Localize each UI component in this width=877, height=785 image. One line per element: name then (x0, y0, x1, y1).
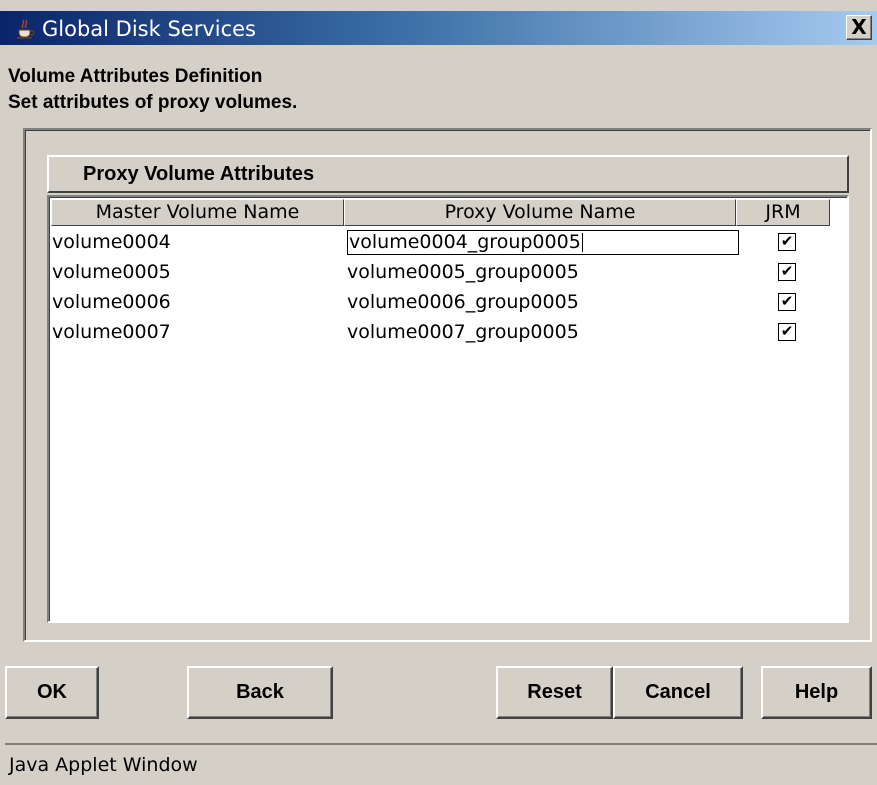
cancel-button[interactable]: Cancel (613, 666, 743, 719)
jrm-checkbox[interactable]: ✔ (778, 233, 796, 251)
checkmark-icon: ✔ (780, 322, 794, 340)
reset-button[interactable]: Reset (496, 666, 613, 719)
master-volume-cell: volume0004 (52, 231, 171, 253)
proxy-volume-cell[interactable]: volume0007_group0005 (347, 319, 579, 345)
proxy-volume-cell[interactable]: volume0005_group0005 (347, 259, 579, 285)
text-cursor (581, 233, 583, 252)
dialog-window: Global Disk Services X Volume Attributes… (0, 0, 877, 785)
checkmark-icon: ✔ (780, 232, 794, 250)
checkmark-icon: ✔ (780, 262, 794, 280)
back-button[interactable]: Back (187, 666, 333, 719)
table-row[interactable]: volume0007 volume0007_group0005 ✔ (51, 319, 830, 345)
close-button[interactable]: X (846, 15, 872, 40)
proxy-volume-edit-field[interactable]: volume0004_group0005 (347, 230, 739, 255)
proxy-attributes-title: Proxy Volume Attributes (83, 163, 315, 185)
column-header-proxy[interactable]: Proxy Volume Name (344, 199, 736, 226)
ok-button[interactable]: OK (5, 666, 99, 719)
table-row[interactable]: volume0006 volume0006_group0005 ✔ (51, 289, 830, 315)
status-text: Java Applet Window (9, 754, 198, 776)
status-bar: Java Applet Window (5, 743, 877, 785)
jrm-checkbox[interactable]: ✔ (778, 323, 796, 341)
proxy-volume-table: Master Volume Name Proxy Volume Name JRM… (47, 195, 849, 623)
proxy-attributes-header: Proxy Volume Attributes (47, 155, 849, 193)
help-button[interactable]: Help (761, 666, 872, 719)
master-volume-cell: volume0007 (52, 321, 171, 343)
page-subtitle: Set attributes of proxy volumes. (8, 92, 298, 113)
table-row[interactable]: volume0005 volume0005_group0005 ✔ (51, 259, 830, 285)
java-cup-icon (17, 19, 35, 39)
window-title: Global Disk Services (42, 17, 256, 41)
column-header-master[interactable]: Master Volume Name (51, 199, 344, 226)
jrm-checkbox[interactable]: ✔ (778, 263, 796, 281)
proxy-volume-edit-text: volume0004_group0005 (349, 231, 581, 253)
table-row[interactable]: volume0004 volume0004_group0005 ✔ (51, 229, 830, 255)
page-title: Volume Attributes Definition (8, 66, 263, 87)
title-bar[interactable]: Global Disk Services X (0, 11, 877, 45)
checkmark-icon: ✔ (780, 292, 794, 310)
proxy-volume-cell[interactable]: volume0006_group0005 (347, 289, 579, 315)
master-volume-cell: volume0006 (52, 291, 171, 313)
column-header-jrm[interactable]: JRM (736, 199, 830, 226)
master-volume-cell: volume0005 (52, 261, 171, 283)
jrm-checkbox[interactable]: ✔ (778, 293, 796, 311)
